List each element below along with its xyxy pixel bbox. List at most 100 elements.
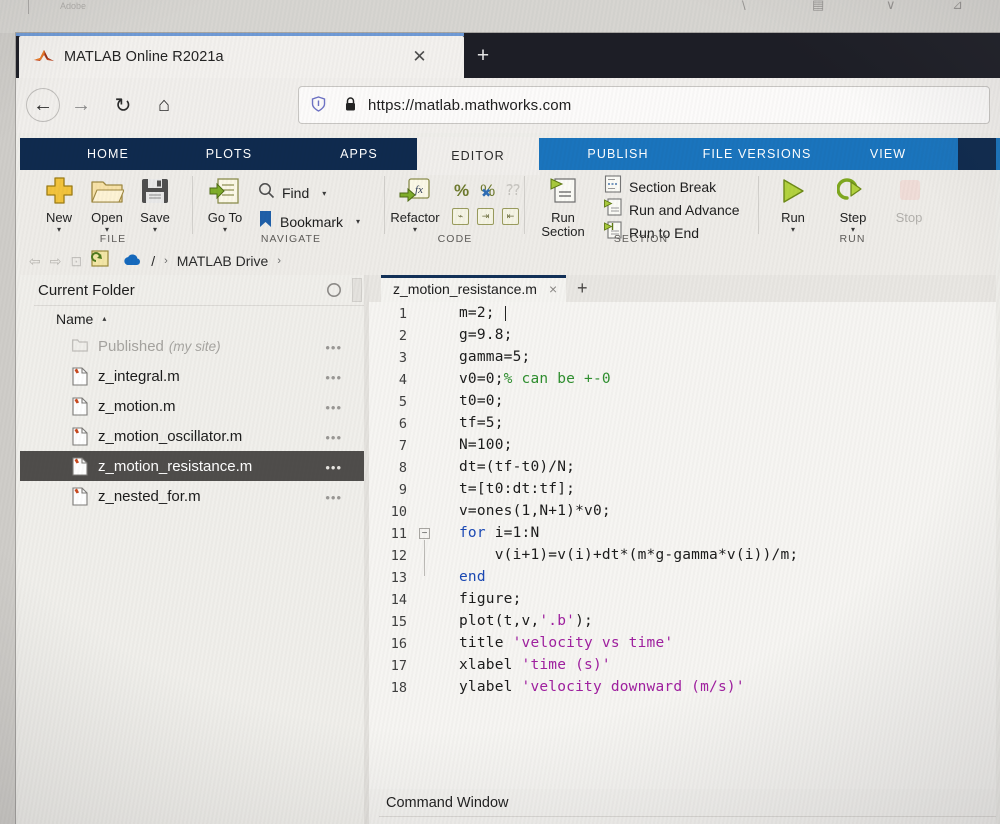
run-section-button[interactable]: Run Section xyxy=(532,174,594,239)
run-and-advance-label: Run and Advance xyxy=(629,201,740,218)
new-label: New xyxy=(45,210,72,225)
new-button[interactable]: New ▾ xyxy=(34,174,84,234)
run-button[interactable]: Run ▾ xyxy=(768,174,818,234)
run-and-advance-button[interactable]: Run and Advance xyxy=(604,198,740,221)
row-overflow-icon[interactable]: ••• xyxy=(325,400,342,415)
tab-home[interactable]: HOME xyxy=(62,138,154,170)
new-tab-button[interactable]: + xyxy=(472,45,494,67)
file-list-column-header[interactable]: Name ▴ xyxy=(20,306,364,331)
open-button[interactable]: Open ▾ xyxy=(82,174,132,234)
current-folder-panel: Current Folder Name ▴ Published (my site… xyxy=(20,275,364,824)
goto-label: Go To xyxy=(207,210,243,225)
increase-indent-icon[interactable]: ⇥ xyxy=(477,208,494,225)
wrap-comment-icon[interactable]: ⁇ xyxy=(506,183,520,198)
refactor-button[interactable]: fx Refactor ▾ xyxy=(390,174,440,234)
row-overflow-icon[interactable]: ••• xyxy=(325,460,342,475)
uncomment-percent-icon[interactable]: % ✖ xyxy=(480,182,495,200)
step-arrow-icon xyxy=(828,174,878,208)
code-area[interactable]: 1 2 3 4 5 6 7 8 9 10 11 12 13 14 15 16 1 xyxy=(369,302,996,789)
list-item[interactable]: Published (my site) ••• xyxy=(20,331,364,361)
lock-icon[interactable] xyxy=(344,96,357,114)
breadcrumb-matlab-drive[interactable]: MATLAB Drive xyxy=(177,253,269,269)
tab-plots[interactable]: PLOTS xyxy=(185,138,273,170)
goto-button[interactable]: Go To ▾ xyxy=(200,174,250,234)
code-line: dt=(tf-t0)/N; xyxy=(459,458,575,476)
step-button[interactable]: Step ▾ xyxy=(828,174,878,234)
line-number: 15 xyxy=(390,614,407,630)
forward-arrow-icon[interactable]: ⇨ xyxy=(50,253,62,270)
bookmark-button[interactable]: Bookmark ▾ xyxy=(258,210,360,233)
code-seg: m=2; xyxy=(459,305,495,321)
group-separator xyxy=(524,176,525,234)
group-label-navigate: NAVIGATE xyxy=(260,233,322,245)
m-file-icon xyxy=(72,456,88,476)
list-item[interactable]: z_integral.m ••• xyxy=(20,361,364,391)
section-break-button[interactable]: Section Break xyxy=(604,175,716,198)
code-line: ylabel 'velocity downward (m/s)' xyxy=(459,678,745,696)
group-separator xyxy=(192,176,193,234)
up-folder-icon[interactable]: ⊡ xyxy=(70,253,82,270)
active-tab-accent-line xyxy=(381,275,567,278)
panel-scrollbar[interactable] xyxy=(352,278,362,302)
code-line: v=ones(1,N+1)*v0; xyxy=(459,502,611,520)
row-overflow-icon[interactable]: ••• xyxy=(325,370,342,385)
folder-open-icon xyxy=(82,174,132,208)
editor-tab-name: z_motion_resistance.m xyxy=(393,280,537,297)
tab-file-versions[interactable]: FILE VERSIONS xyxy=(684,138,830,170)
row-overflow-icon[interactable]: ••• xyxy=(325,430,342,445)
list-item[interactable]: z_nested_for.m ••• xyxy=(20,481,364,511)
address-bar[interactable]: https://matlab.mathworks.com xyxy=(299,87,989,123)
close-icon[interactable]: ✕ xyxy=(411,48,428,65)
tab-editor[interactable]: EDITOR xyxy=(417,137,539,174)
code-fold-line xyxy=(424,540,425,576)
new-editor-tab-button[interactable]: + xyxy=(577,279,588,297)
comment-percent-icon[interactable]: % xyxy=(454,182,469,199)
home-button[interactable]: ⌂ xyxy=(147,88,181,122)
code-seg: t0=0; xyxy=(459,393,504,409)
gear-icon[interactable] xyxy=(327,283,341,297)
run-advance-icon xyxy=(604,198,622,221)
save-button[interactable]: Save ▾ xyxy=(130,174,180,234)
folder-path-bar: ⇦ ⇨ ⊡ / › MATLAB Drive › xyxy=(20,247,996,275)
reload-button[interactable]: ↻ xyxy=(106,88,140,122)
tab-apps[interactable]: APPS xyxy=(315,138,403,170)
back-button[interactable]: ← xyxy=(26,88,60,122)
code-keyword: for xyxy=(459,525,486,541)
list-item-selected[interactable]: z_motion_resistance.m ••• xyxy=(20,451,364,481)
code-seg: tf=5; xyxy=(459,415,504,431)
tab-view[interactable]: VIEW xyxy=(842,138,934,170)
chevron-down-icon[interactable]: ▾ xyxy=(322,189,326,198)
ribbon-toolbar: New ▾ Open ▾ Save ▾ FILE Go To ▾ Find ▾ … xyxy=(20,170,996,247)
refresh-folder-icon[interactable] xyxy=(91,250,109,272)
ribbon-group-navigate: Go To ▾ Find ▾ Bookmark ▾ NAVIGATE xyxy=(196,170,386,247)
file-name: z_integral.m xyxy=(98,367,180,385)
line-number: 1 xyxy=(398,306,407,322)
code-line: end xyxy=(459,568,486,586)
shield-icon[interactable] xyxy=(311,96,326,114)
row-overflow-icon[interactable]: ••• xyxy=(325,340,342,355)
code-indent-row: ⌁ ⇥ ⇤ xyxy=(452,208,519,225)
close-icon[interactable]: × xyxy=(549,281,557,297)
list-item[interactable]: z_motion.m ••• xyxy=(20,391,364,421)
forward-button[interactable]: → xyxy=(64,88,98,122)
back-arrow-icon[interactable]: ⇦ xyxy=(29,253,41,270)
editor-file-tab[interactable]: z_motion_resistance.m × xyxy=(381,275,567,302)
find-button[interactable]: Find ▾ xyxy=(258,182,326,204)
browser-tab[interactable]: MATLAB Online R2021a ✕ xyxy=(19,36,464,78)
code-line: gamma=5; xyxy=(459,348,530,366)
m-file-icon xyxy=(72,396,88,416)
decrease-indent-icon[interactable]: ⇤ xyxy=(502,208,519,225)
line-number: 5 xyxy=(398,394,407,410)
list-item[interactable]: z_motion_oscillator.m ••• xyxy=(20,421,364,451)
chevron-down-icon[interactable]: ▾ xyxy=(356,217,360,226)
matlab-membrane-icon xyxy=(33,47,55,67)
breadcrumb-root[interactable]: / xyxy=(151,253,155,269)
code-line: title 'velocity vs time' xyxy=(459,634,673,652)
row-overflow-icon[interactable]: ••• xyxy=(325,490,342,505)
tab-publish[interactable]: PUBLISH xyxy=(558,138,678,170)
line-number: 16 xyxy=(390,636,407,652)
command-window-title: Command Window xyxy=(386,795,509,811)
code-fold-toggle[interactable]: − xyxy=(419,528,430,539)
m-file-icon xyxy=(72,426,88,446)
smart-indent-icon[interactable]: ⌁ xyxy=(452,208,469,225)
